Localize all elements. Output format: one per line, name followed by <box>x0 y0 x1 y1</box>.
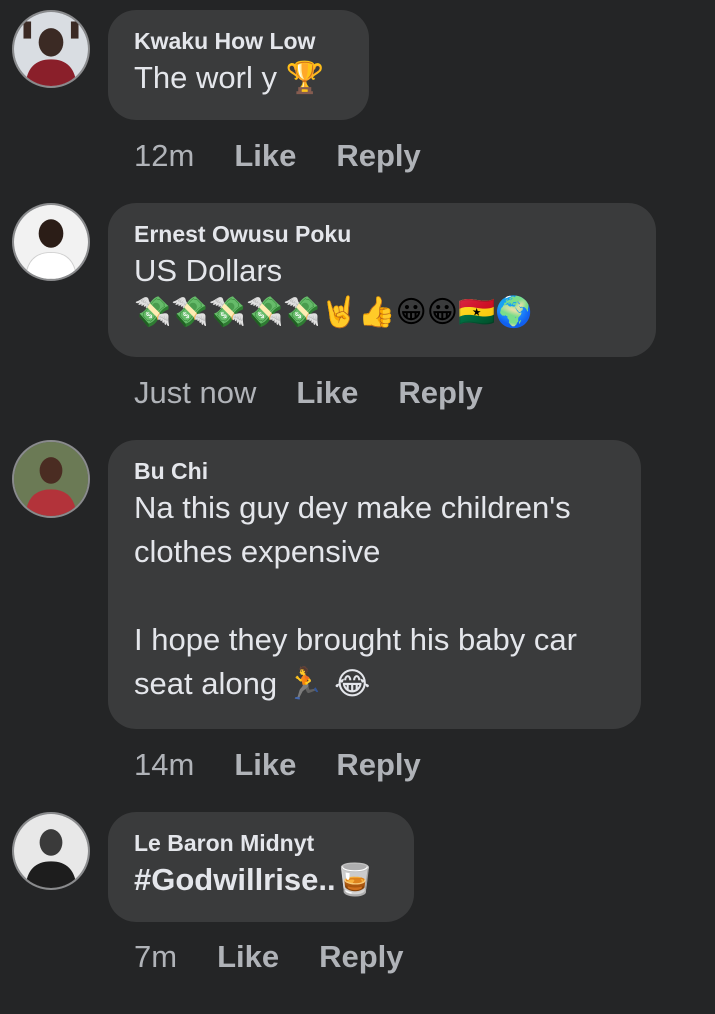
comment-author[interactable]: Le Baron Midnyt <box>134 828 388 858</box>
comment-timestamp: 7m <box>134 939 178 974</box>
comment-text: Na this guy dey make children's clothes … <box>134 490 577 702</box>
whiskey-glass-icon: 🥃 <box>335 862 375 898</box>
comment-actions: 12m Like Reply <box>134 138 461 174</box>
trophy-icon: 🏆 <box>285 60 325 96</box>
reply-button[interactable]: Reply <box>336 747 420 782</box>
comment-timestamp: 14m <box>134 747 195 782</box>
comment-text: #Godwillrise..🥃 <box>134 858 388 902</box>
comment-author[interactable]: Kwaku How Low <box>134 26 343 56</box>
comment-bubble: Ernest Owusu Poku US Dollars 💸💸💸💸💸🤘👍😀😀🇬🇭… <box>108 203 656 357</box>
emoji-row-icon: 💸💸💸💸💸🤘👍😀😀🇬🇭🌍 <box>134 295 533 330</box>
reply-button[interactable]: Reply <box>336 138 420 173</box>
like-button[interactable]: Like <box>217 939 279 974</box>
comment-author[interactable]: Bu Chi <box>134 456 615 486</box>
comment-bubble: Le Baron Midnyt #Godwillrise..🥃 <box>108 812 414 922</box>
avatar[interactable] <box>12 10 90 88</box>
comment-timestamp: 12m <box>134 138 195 173</box>
comment-actions: 14m Like Reply <box>134 747 461 783</box>
comment-author[interactable]: Ernest Owusu Poku <box>134 219 630 249</box>
comment-actions: Just now Like Reply <box>134 375 523 411</box>
next-comment-cutoff <box>12 1002 702 1014</box>
like-button[interactable]: Like <box>234 747 296 782</box>
comment-bubble: Kwaku How Low The worl y 🏆 <box>108 10 369 120</box>
like-button[interactable]: Like <box>296 375 358 410</box>
comment-timestamp: Just now <box>134 375 257 410</box>
reply-button[interactable]: Reply <box>398 375 482 410</box>
avatar[interactable] <box>12 440 90 518</box>
comment-actions: 7m Like Reply <box>134 939 444 975</box>
hashtag-link[interactable]: #Godwillrise.. <box>134 862 336 897</box>
comment-bubble: Bu Chi Na this guy dey make children's c… <box>108 440 641 729</box>
comment-text: US Dollars <box>134 253 283 288</box>
comment-text: The worl y 🏆 <box>134 60 325 96</box>
reply-button[interactable]: Reply <box>319 939 403 974</box>
avatar[interactable] <box>12 812 90 890</box>
like-button[interactable]: Like <box>234 138 296 173</box>
running-laughing-icon: 🏃 😂 <box>285 666 371 702</box>
avatar[interactable] <box>12 203 90 281</box>
